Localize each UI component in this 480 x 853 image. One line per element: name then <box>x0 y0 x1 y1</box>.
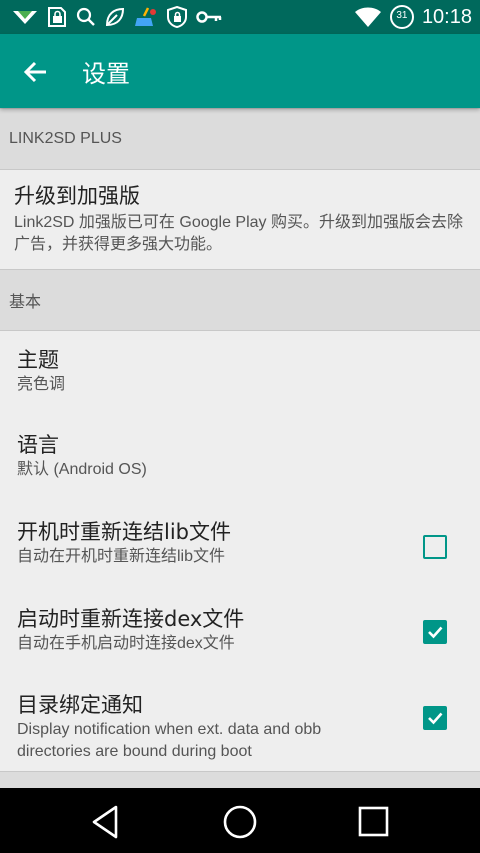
category-label: 基本 <box>9 294 42 311</box>
relink-dex-checkbox[interactable] <box>423 620 447 644</box>
lock-app-icon <box>48 7 66 27</box>
pref-title: 开机时重新连结lib文件 <box>17 520 231 544</box>
page-title: 设置 <box>82 60 130 88</box>
pref-title: 升级到加强版 <box>14 184 140 208</box>
signal-arrow-icon <box>13 11 37 24</box>
pref-summary: 亮色调 <box>17 376 66 393</box>
nav-recents-icon[interactable] <box>354 802 394 842</box>
pref-title: 语言 <box>17 433 59 457</box>
status-time: 10:18 <box>421 5 472 28</box>
category-link2sd-plus: LINK2SD PLUS <box>0 108 480 170</box>
leaf-icon <box>105 7 125 27</box>
category-divider <box>0 771 480 788</box>
pref-title: 目录绑定通知 <box>17 693 143 717</box>
pref-summary: Link2SD 加强版已可在 Google Play 购买。升级到加强版会去除广… <box>14 214 463 253</box>
navigation-bar <box>0 788 480 853</box>
pref-title: 启动时重新连接dex文件 <box>17 607 245 631</box>
bind-notify-checkbox[interactable] <box>423 706 447 730</box>
checkmark-icon <box>428 626 443 639</box>
calendar-icon: 31 <box>389 5 414 29</box>
search-icon <box>76 7 95 26</box>
status-bar: 31 10:18 <box>0 0 480 34</box>
key-icon <box>196 11 222 23</box>
pref-summary: Display notification when ext. data and … <box>17 721 322 760</box>
category-basic: 基本 <box>0 269 480 331</box>
arrow-back-icon[interactable] <box>20 56 52 88</box>
pref-title: 主题 <box>17 348 59 372</box>
pref-summary: 自动在开机时重新连结lib文件 <box>17 548 226 565</box>
pref-upgrade[interactable]: 升级到加强版 Link2SD 加强版已可在 Google Play 购买。升级到… <box>0 170 480 269</box>
nav-back-icon[interactable] <box>86 802 126 842</box>
nav-home-icon[interactable] <box>220 802 260 842</box>
relink-lib-checkbox[interactable] <box>423 535 447 559</box>
calendar-day: 31 <box>396 10 408 21</box>
pref-summary: 默认 (Android OS) <box>17 461 147 478</box>
pref-relink-dex[interactable]: 启动时重新连接dex文件 自动在手机启动时连接dex文件 <box>0 591 480 677</box>
category-label: LINK2SD PLUS <box>9 130 122 147</box>
pref-language[interactable]: 语言 默认 (Android OS) <box>0 417 480 504</box>
cleaner-icon <box>135 7 156 26</box>
pref-theme[interactable]: 主题 亮色调 <box>0 331 480 417</box>
settings-list[interactable]: LINK2SD PLUS 升级到加强版 Link2SD 加强版已可在 Googl… <box>0 108 480 788</box>
pref-bind-notify[interactable]: 目录绑定通知 Display notification when ext. da… <box>0 677 480 776</box>
wifi-icon <box>354 7 381 27</box>
pref-summary: 自动在手机启动时连接dex文件 <box>17 635 235 652</box>
app-bar: 设置 <box>0 34 480 108</box>
shield-icon <box>167 6 187 28</box>
pref-relink-lib[interactable]: 开机时重新连结lib文件 自动在开机时重新连结lib文件 <box>0 504 480 591</box>
checkmark-icon <box>428 712 443 725</box>
